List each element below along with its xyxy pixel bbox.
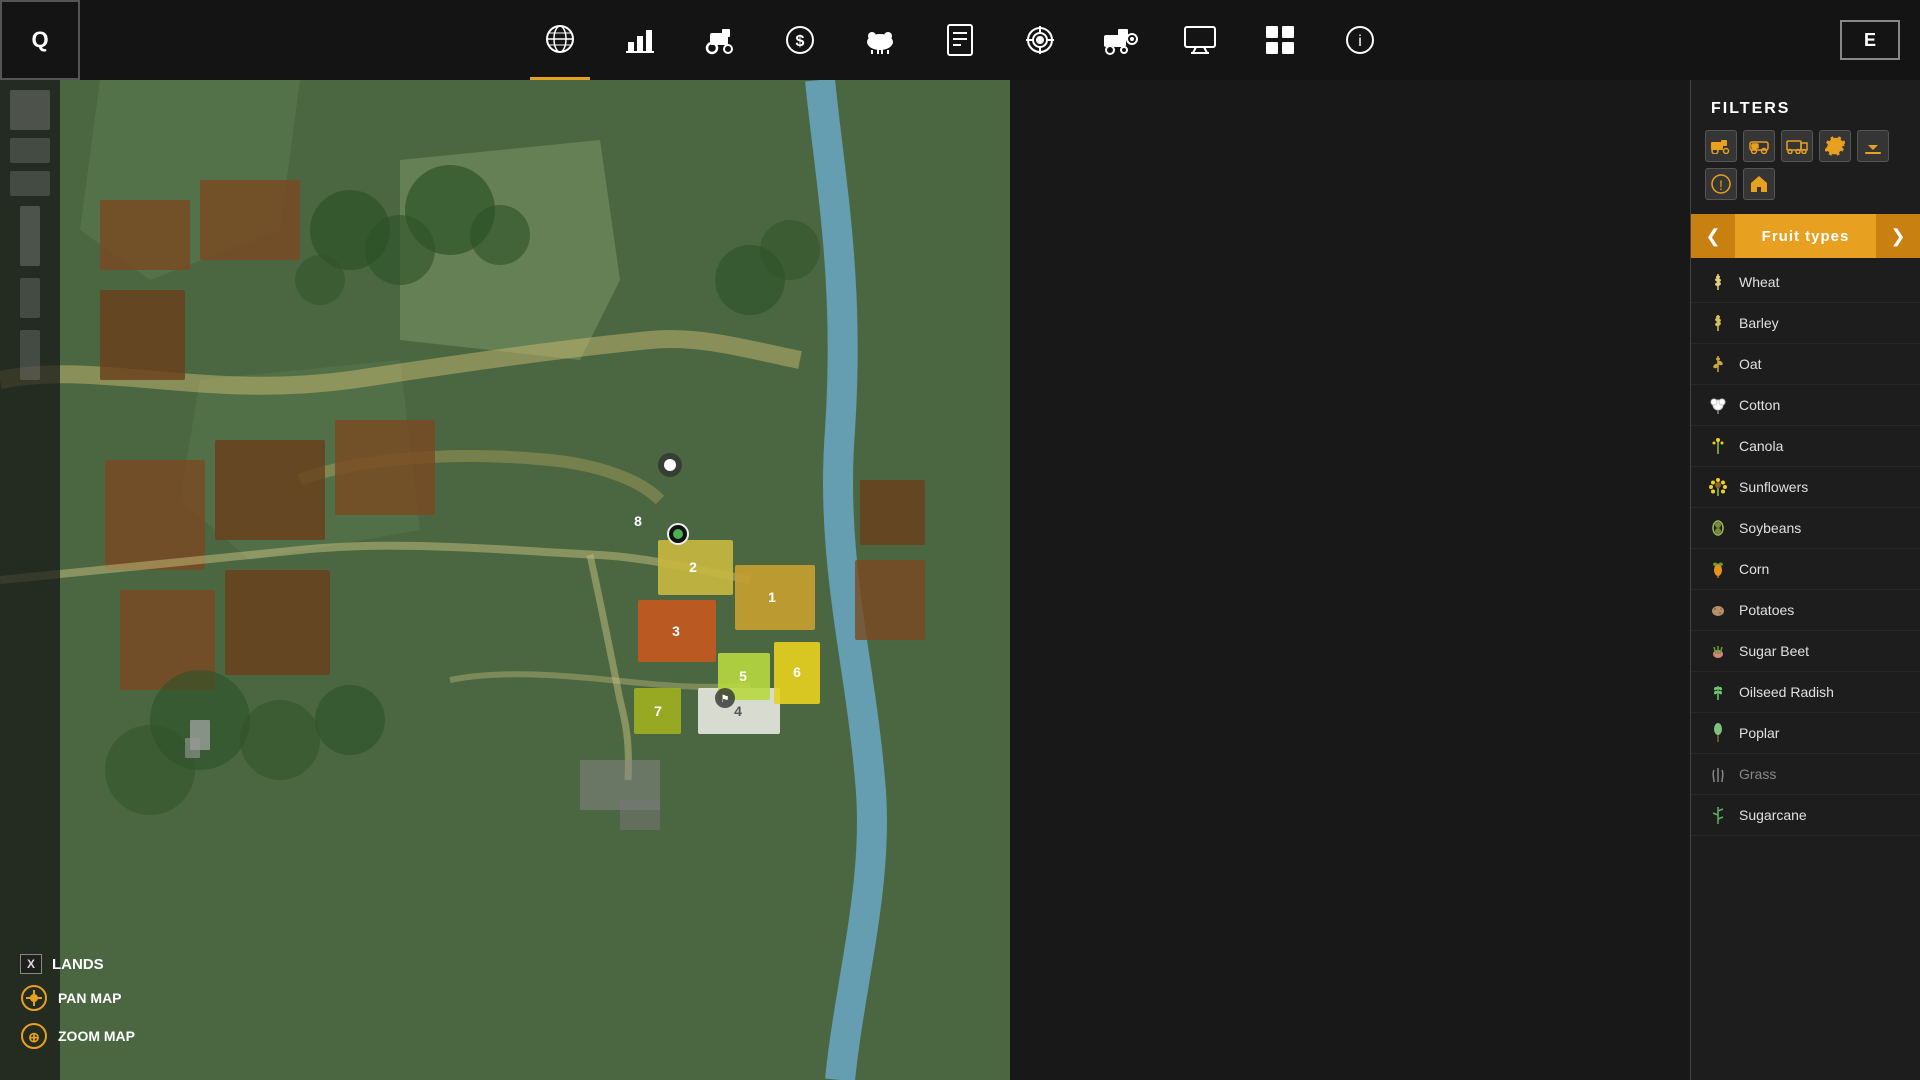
fruit-label-canola: Canola (1739, 438, 1783, 454)
svg-text:2: 2 (689, 559, 697, 575)
lands-toggle[interactable]: X LANDS (20, 954, 135, 974)
svg-text:!: ! (1719, 177, 1723, 193)
download-filter-btn[interactable] (1857, 130, 1889, 162)
fruit-item-corn[interactable]: Corn (1691, 549, 1920, 590)
fruit-icon-sunflowers (1707, 476, 1729, 498)
target-icon[interactable] (1010, 0, 1070, 80)
truck-filter-btn[interactable] (1781, 130, 1813, 162)
fruit-label-grass: Grass (1739, 766, 1776, 782)
fruit-label-cotton: Cotton (1739, 397, 1780, 413)
fruit-label-oilseed-radish: Oilseed Radish (1739, 684, 1834, 700)
fruit-icon-oat (1707, 353, 1729, 375)
dollar-icon[interactable]: $ (770, 0, 830, 80)
fruit-item-grass[interactable]: Grass (1691, 754, 1920, 795)
globe-icon[interactable] (530, 0, 590, 80)
fruit-prev-button[interactable]: ❮ (1691, 214, 1735, 258)
fruit-icon-cotton (1707, 394, 1729, 416)
e-button[interactable]: E (1840, 20, 1900, 60)
fruit-type-list: Wheat Barley Oat Cotton Canola Sunflowers Soyb… (1691, 258, 1920, 840)
map-canvas: 1 2 3 4 5 6 7 8 (0, 80, 1010, 1080)
toolbar: Q (0, 0, 1920, 80)
fruit-label-poplar: Poplar (1739, 725, 1779, 741)
lands-label: LANDS (52, 956, 104, 973)
fruit-item-sugarcane[interactable]: Sugarcane (1691, 795, 1920, 836)
zoom-icon: ⊕ (20, 1022, 48, 1050)
monitor-icon[interactable] (1170, 0, 1230, 80)
pan-icon (20, 984, 48, 1012)
svg-text:1: 1 (768, 589, 776, 605)
fruit-item-oilseed-radish[interactable]: Oilseed Radish (1691, 672, 1920, 713)
fruit-label-sugarcane: Sugarcane (1739, 807, 1807, 823)
fruit-item-wheat[interactable]: Wheat (1691, 262, 1920, 303)
fruit-item-oat[interactable]: Oat (1691, 344, 1920, 385)
house-filter-btn[interactable] (1743, 168, 1775, 200)
gear-tractor-icon[interactable] (1090, 0, 1150, 80)
fruit-label-sunflowers: Sunflowers (1739, 479, 1808, 495)
info-icon[interactable]: i (1330, 0, 1390, 80)
fruit-icon-oilseed-radish (1707, 681, 1729, 703)
blocks-icon[interactable] (1250, 0, 1310, 80)
fruit-label-wheat: Wheat (1739, 274, 1779, 290)
fruit-nav: ❮ Fruit types ❯ (1691, 214, 1920, 258)
gear-filter-btn[interactable] (1819, 130, 1851, 162)
svg-text:5: 5 (739, 668, 747, 684)
fruit-item-barley[interactable]: Barley (1691, 303, 1920, 344)
tractor-filter-btn[interactable] (1705, 130, 1737, 162)
svg-text:⚑: ⚑ (721, 694, 730, 705)
fruit-label-soybeans: Soybeans (1739, 520, 1801, 536)
svg-text:4: 4 (734, 703, 742, 719)
fruit-label-barley: Barley (1739, 315, 1779, 331)
fruit-item-soybeans[interactable]: Soybeans (1691, 508, 1920, 549)
fruit-icon-sugarcane (1707, 804, 1729, 826)
fruit-icon-grass (1707, 763, 1729, 785)
fruit-icon-corn (1707, 558, 1729, 580)
filters-panel: FILTERS (1690, 80, 1920, 1080)
chart-icon[interactable] (610, 0, 670, 80)
zoom-map-button[interactable]: ⊕ ZOOM MAP (20, 1022, 135, 1050)
svg-text:7: 7 (654, 703, 662, 719)
document-icon[interactable] (930, 0, 990, 80)
cow-icon[interactable] (850, 0, 910, 80)
fruit-icon-canola (1707, 435, 1729, 457)
fruit-item-canola[interactable]: Canola (1691, 426, 1920, 467)
fruit-nav-title: Fruit types (1735, 228, 1876, 245)
bottom-controls: X LANDS PAN MAP ⊕ (20, 954, 135, 1060)
fruit-icon-soybeans (1707, 517, 1729, 539)
filters-icons-row: ! (1691, 130, 1920, 214)
tractor-icon[interactable] (690, 0, 750, 80)
vehicle-filter-btn[interactable] (1743, 130, 1775, 162)
svg-text:6: 6 (793, 664, 801, 680)
svg-text:3: 3 (672, 623, 680, 639)
fruit-label-sugar-beet: Sugar Beet (1739, 643, 1809, 659)
fruit-label-corn: Corn (1739, 561, 1769, 577)
fruit-icon-barley (1707, 312, 1729, 334)
fruit-next-button[interactable]: ❯ (1876, 214, 1920, 258)
fruit-item-cotton[interactable]: Cotton (1691, 385, 1920, 426)
fruit-label-potatoes: Potatoes (1739, 602, 1794, 618)
fruit-item-poplar[interactable]: Poplar (1691, 713, 1920, 754)
q-button[interactable]: Q (0, 0, 80, 80)
filters-title: FILTERS (1691, 80, 1920, 130)
fruit-item-sunflowers[interactable]: Sunflowers (1691, 467, 1920, 508)
svg-text:8: 8 (634, 513, 642, 529)
alert-filter-btn[interactable]: ! (1705, 168, 1737, 200)
fruit-icon-potatoes (1707, 599, 1729, 621)
fruit-item-potatoes[interactable]: Potatoes (1691, 590, 1920, 631)
lands-badge[interactable]: X (20, 954, 42, 974)
fruit-icon-poplar (1707, 722, 1729, 744)
toolbar-icons: $ (80, 0, 1840, 80)
svg-text:⊕: ⊕ (28, 1029, 40, 1045)
pan-map-label: PAN MAP (58, 990, 122, 1006)
left-strip (0, 80, 60, 1080)
fruit-item-sugar-beet[interactable]: Sugar Beet (1691, 631, 1920, 672)
map-area[interactable]: 1 2 3 4 5 6 7 8 (0, 80, 1010, 1080)
fruit-label-oat: Oat (1739, 356, 1762, 372)
fruit-icon-wheat (1707, 271, 1729, 293)
pan-map-button[interactable]: PAN MAP (20, 984, 135, 1012)
fruit-icon-sugar-beet (1707, 640, 1729, 662)
zoom-map-label: ZOOM MAP (58, 1028, 135, 1044)
svg-text:i: i (1358, 33, 1362, 50)
svg-text:$: $ (796, 33, 805, 50)
